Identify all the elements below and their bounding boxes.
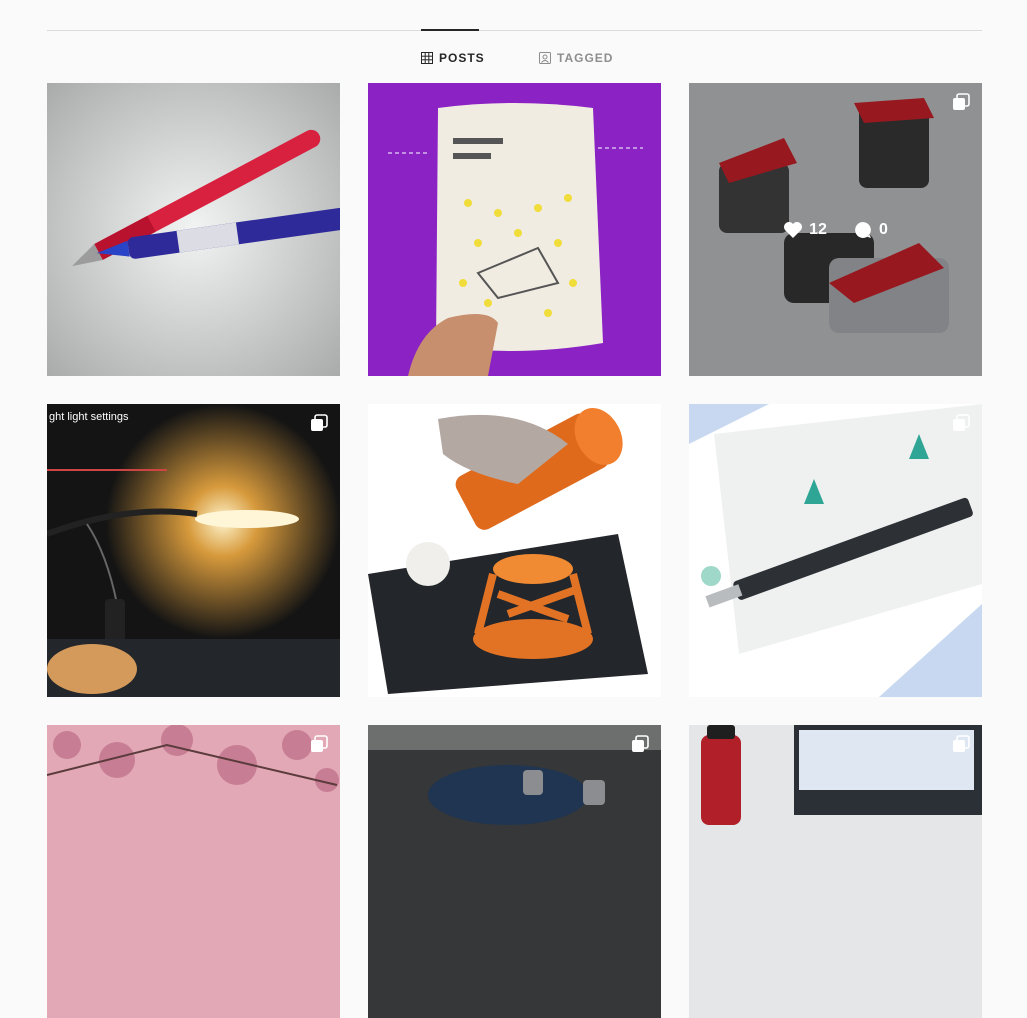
- comment-count-text: 0: [878, 220, 888, 238]
- post-tile-snack-pouch[interactable]: [368, 83, 661, 376]
- tab-posts[interactable]: POSTS: [421, 50, 485, 66]
- like-count-text: 12: [809, 220, 827, 238]
- tab-posts-label: POSTS: [439, 51, 485, 65]
- carousel-icon: [953, 414, 970, 431]
- post-caption-overlay: ght light settings: [49, 411, 129, 423]
- heart-icon: [784, 221, 803, 238]
- carousel-icon: [311, 414, 328, 431]
- post-tile-mechanical-pencil[interactable]: [689, 404, 982, 697]
- grid-icon: [421, 52, 433, 64]
- carousel-icon: [953, 735, 970, 752]
- post-tile-sharpeners[interactable]: 12 0: [689, 83, 982, 376]
- tag-icon: [539, 52, 551, 64]
- post-image: [47, 83, 340, 376]
- hover-overlay: 12 0: [689, 83, 982, 376]
- carousel-icon: [953, 93, 970, 110]
- post-image: [689, 404, 982, 697]
- post-image: [368, 725, 661, 1018]
- post-image: [368, 83, 661, 376]
- carousel-icon: [311, 735, 328, 752]
- post-tile-desk-lamp[interactable]: ght light settings: [47, 404, 340, 697]
- tab-tagged[interactable]: TAGGED: [539, 50, 613, 66]
- post-image: [368, 404, 661, 697]
- active-tab-indicator: [421, 29, 479, 31]
- post-tile-water-bottle[interactable]: [689, 725, 982, 1018]
- post-image: [47, 404, 340, 697]
- comment-count: 0: [853, 220, 888, 240]
- post-tile-orange-cup[interactable]: [368, 404, 661, 697]
- carousel-icon: [632, 735, 649, 752]
- post-image: [689, 725, 982, 1018]
- comment-icon: [855, 221, 871, 238]
- post-image: [47, 725, 340, 1018]
- post-tile-pens[interactable]: [47, 83, 340, 376]
- tab-tagged-label: TAGGED: [557, 51, 614, 65]
- like-count: 12: [783, 221, 827, 239]
- post-tile-dark-desk[interactable]: [368, 725, 661, 1018]
- post-tile-cherry-blossom[interactable]: [47, 725, 340, 1018]
- tab-divider: [47, 30, 982, 31]
